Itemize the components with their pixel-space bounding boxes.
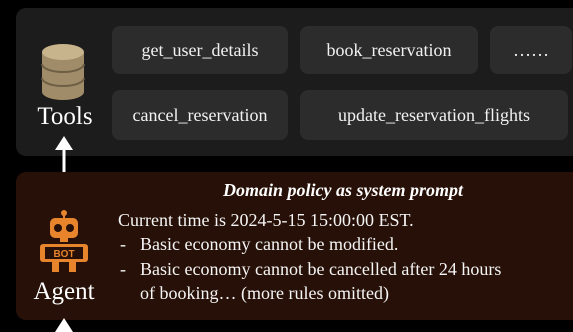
rule-1-dash: -	[120, 234, 126, 254]
rule-2-dash: -	[120, 259, 126, 279]
tools-label: Tools	[37, 103, 93, 130]
tool-cancel-reservation[interactable]: cancel_reservation	[112, 90, 288, 140]
robot-badge-text: BOT	[53, 249, 74, 260]
tool-update-reservation-flights[interactable]: update_reservation_flights	[300, 90, 568, 140]
policy-current-time: Current time is 2024-5-15 15:00:00 EST.	[118, 210, 414, 230]
rule-2-line-2: of booking… (more rules omitted)	[140, 283, 389, 303]
rule-1-line-1: Basic economy cannot be modified.	[140, 234, 399, 254]
tool-book-reservation[interactable]: book_reservation	[300, 26, 478, 74]
agent-label: Agent	[33, 278, 95, 305]
database-icon	[41, 44, 85, 100]
tool-get-user-details[interactable]: get_user_details	[112, 26, 288, 74]
tool-more-ellipsis[interactable]: ……	[490, 26, 572, 74]
policy-title: Domain policy as system prompt	[223, 180, 463, 200]
rule-2-line-1: Basic economy cannot be cancelled after …	[140, 259, 502, 279]
bottom-arrow-icon	[55, 318, 73, 332]
robot-icon: BOT	[40, 210, 88, 272]
